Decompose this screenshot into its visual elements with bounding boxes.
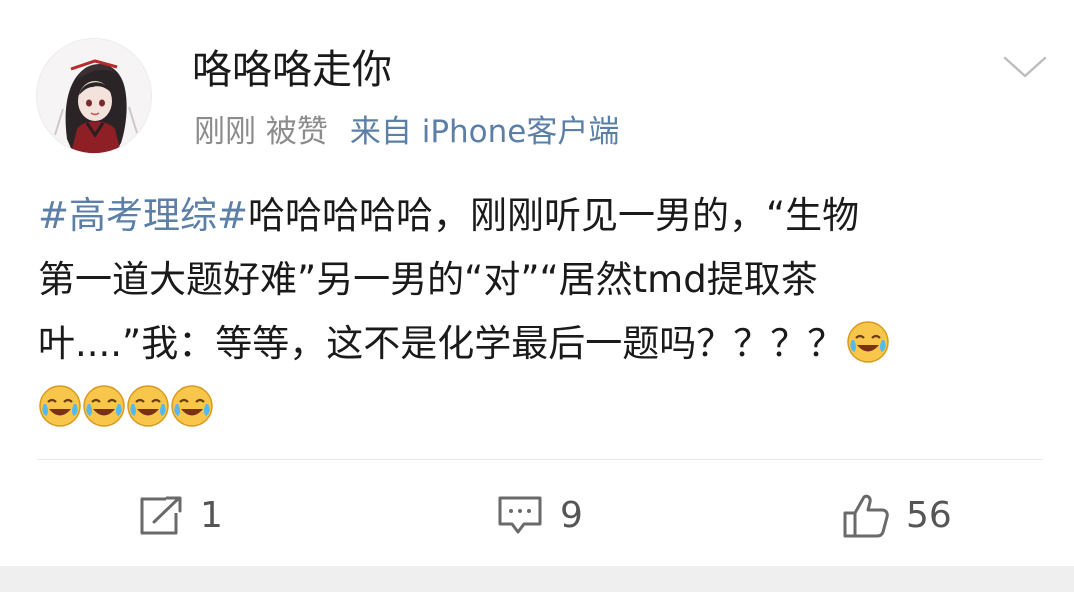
- content-text-2: 第一道大题好难”另一男的“对”“居然tmd提取茶: [38, 258, 818, 301]
- content-line-3: 叶....”我：等等，这不是化学最后一题吗？？？？: [38, 312, 1048, 376]
- content-line-2: 第一道大题好难”另一男的“对”“居然tmd提取茶: [38, 248, 1048, 312]
- post-meta: 刚刚 被赞 来自 iPhone客户端: [194, 110, 619, 154]
- chevron-down-icon[interactable]: [1002, 52, 1048, 82]
- comment-icon: [496, 494, 544, 538]
- post-source: 来自 iPhone客户端: [349, 114, 620, 150]
- laughing-crying-emoji-icon: [846, 320, 890, 364]
- content-line-1: #高考理综#哈哈哈哈哈，刚刚听见一男的，“生物: [38, 184, 1048, 248]
- comment-button[interactable]: 9: [496, 490, 583, 542]
- post-content: #高考理综#哈哈哈哈哈，刚刚听见一男的，“生物 第一道大题好难”另一男的“对”“…: [38, 184, 1048, 440]
- like-button[interactable]: 56: [842, 490, 952, 542]
- post-time: 刚刚: [194, 114, 256, 150]
- laughing-crying-emoji-icon: [38, 384, 82, 428]
- liked-tag: 被赞: [265, 114, 328, 150]
- hashtag-link[interactable]: #高考理综#: [38, 194, 248, 237]
- username[interactable]: 咯咯咯走你: [192, 44, 392, 96]
- laughing-crying-emoji-icon: [126, 384, 170, 428]
- repost-count: 1: [200, 495, 223, 536]
- comment-count: 9: [560, 495, 583, 536]
- like-count: 56: [906, 495, 952, 536]
- feed-separator: [0, 566, 1074, 592]
- repost-icon: [136, 495, 184, 537]
- emoji-row: [38, 376, 1048, 440]
- divider: [38, 459, 1042, 460]
- thumbs-up-icon: [842, 493, 890, 539]
- repost-button[interactable]: 1: [136, 490, 223, 542]
- content-text-3: 叶....”我：等等，这不是化学最后一题吗？？？？: [38, 322, 845, 365]
- laughing-crying-emoji-icon: [82, 384, 126, 428]
- content-text-1: 哈哈哈哈哈，刚刚听见一男的，“生物: [248, 194, 860, 237]
- weibo-post-card: 咯咯咯走你 刚刚 被赞 来自 iPhone客户端 #高考理综#哈哈哈哈哈，刚刚听见…: [0, 0, 1074, 566]
- laughing-crying-emoji-icon: [170, 384, 214, 428]
- avatar[interactable]: [36, 38, 152, 154]
